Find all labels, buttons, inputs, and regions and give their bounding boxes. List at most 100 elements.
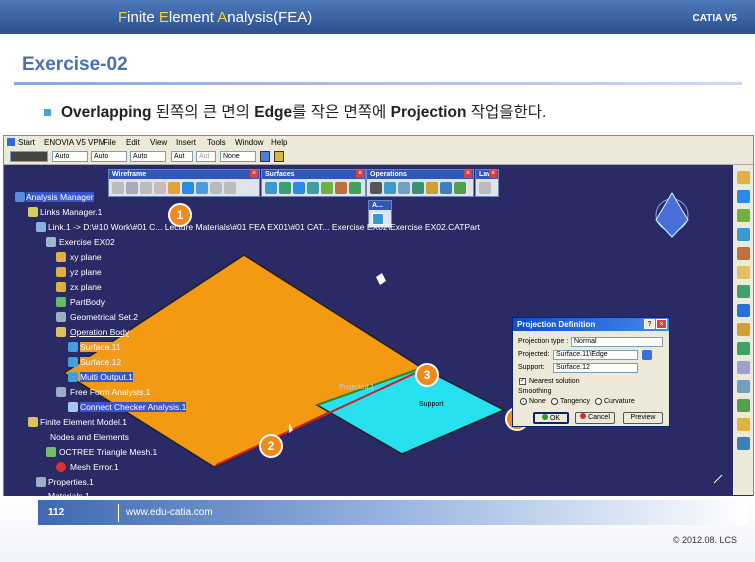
menu-edit[interactable]: Edit [126,138,140,147]
tree-yz-plane[interactable]: yz plane [70,267,102,277]
sweep-icon[interactable] [307,182,319,194]
smoothing-none-radio[interactable] [520,398,527,405]
menu-tools[interactable]: Tools [207,138,226,147]
close-icon[interactable]: × [356,170,364,178]
update-icon[interactable] [736,418,750,431]
tree-exercise[interactable]: Exercise EX02 [59,237,115,247]
menu-help[interactable]: Help [271,138,287,147]
blend-tool-icon[interactable] [736,342,750,355]
surfaces-toolbar: Surfaces × [261,169,366,197]
catia-window[interactable]: Start ENOVIA V5 VPM File Edit View Inser… [3,135,754,515]
website-link[interactable]: www.edu-catia.com [126,507,213,518]
color-combo[interactable] [10,151,48,162]
tree-nodes-elements[interactable]: Nodes and Elements [50,432,129,442]
spline-icon[interactable] [224,182,236,194]
tree-links-manager[interactable]: Links Manager.1 [40,207,102,217]
menu-view[interactable]: View [150,138,167,147]
line-icon[interactable] [126,182,138,194]
close-icon[interactable]: × [464,170,472,178]
intersection-icon[interactable] [196,182,208,194]
extract-icon[interactable] [412,182,424,194]
tree-link1[interactable]: Link.1 -> D:\#10 Work\#01 C... Lecture M… [48,222,480,232]
smoothing-tangency-radio[interactable] [551,398,558,405]
brush-icon[interactable] [274,151,284,162]
revolve-icon[interactable] [279,182,291,194]
polyline-icon[interactable] [154,182,166,194]
law-icon[interactable] [479,182,491,194]
tree-multi-output[interactable]: Multi Output.1 [80,372,133,382]
select-icon[interactable] [736,171,750,184]
transform-icon[interactable] [736,380,750,393]
material-icon[interactable] [736,266,750,279]
menu-file[interactable]: File [103,138,116,147]
transparency-combo[interactable]: Auto [52,151,88,162]
preview-button[interactable]: Preview [623,412,663,424]
tree-analysis-manager[interactable]: Analysis Manager [26,192,94,202]
painter-icon[interactable] [260,151,270,162]
plane-icon[interactable] [168,182,180,194]
catia-logo-icon [7,138,15,146]
none-combo[interactable]: None [220,151,256,162]
tree-properties[interactable]: Properties.1 [48,477,94,487]
curve-tool-icon[interactable] [736,304,750,317]
menu-insert[interactable]: Insert [176,138,196,147]
point-combo[interactable]: Aut [171,151,193,162]
projection-type-select[interactable]: Normal [571,337,663,347]
offset-icon[interactable] [293,182,305,194]
layer-combo[interactable]: Aut [196,151,216,162]
partbody-icon [56,297,66,307]
boundary-icon[interactable] [398,182,410,194]
tree-geometrical-set[interactable]: Geometrical Set.2 [70,312,138,322]
close-icon[interactable]: × [250,170,258,178]
menu-window[interactable]: Window [235,138,263,147]
arrow-icon[interactable] [736,190,750,203]
fillet-icon[interactable] [426,182,438,194]
join-icon[interactable] [370,182,382,194]
ok-button[interactable]: OK [533,412,569,424]
projection-icon[interactable] [182,182,194,194]
mesh-tool-icon[interactable] [736,247,750,260]
blend-icon[interactable] [349,182,361,194]
close-icon[interactable]: × [489,170,497,178]
edit-list-icon[interactable] [642,350,652,360]
thickness-combo[interactable]: Auto [130,151,166,162]
tree-fem[interactable]: Finite Element Model.1 [40,417,127,427]
projected-field[interactable]: Surface.11\Edge [553,350,638,360]
tree-surface-12[interactable]: Surface.12 [80,357,122,367]
extrude-icon[interactable] [265,182,277,194]
linetype-combo[interactable]: Auto [91,151,127,162]
close-icon[interactable]: × [656,319,667,329]
surface-tool-icon[interactable] [736,285,750,298]
tree-mesh-error[interactable]: Mesh Error.1 [70,462,119,472]
tree-partbody[interactable]: PartBody [70,297,105,307]
circle-icon[interactable] [210,182,222,194]
tree-octree-mesh[interactable]: OCTREE Triangle Mesh.1 [59,447,157,457]
support-field[interactable]: Surface.12 [553,363,638,373]
tree-connect-checker[interactable]: Connect Checker Analysis.1 [80,402,187,412]
tree-operation-body[interactable]: Operation Body [70,327,129,337]
loft-icon[interactable] [335,182,347,194]
check-icon[interactable] [736,399,750,412]
compass-icon[interactable] [655,192,689,238]
axis-line-icon[interactable] [140,182,152,194]
extrapolate-icon[interactable] [454,182,466,194]
sketch-icon[interactable] [736,209,750,222]
smoothing-curvature-radio[interactable] [595,398,602,405]
nearest-solution-checkbox[interactable]: ✓ [519,378,526,385]
measure-icon[interactable] [736,361,750,374]
translate-icon[interactable] [440,182,452,194]
tree-surface-11[interactable]: Surface.11 [80,342,121,352]
tools-icon[interactable] [736,437,750,450]
tree-free-form-analysis[interactable]: Free Form Analysis.1 [70,387,150,397]
menu-enovia[interactable]: ENOVIA V5 VPM [44,138,105,147]
point-icon[interactable] [112,182,124,194]
help-icon[interactable]: ? [644,319,655,329]
menu-start[interactable]: Start [18,138,35,147]
fill-icon[interactable] [321,182,333,194]
fillet-tool-icon[interactable] [736,323,750,336]
tree-zx-plane[interactable]: zx plane [70,282,102,292]
tree-xy-plane[interactable]: xy plane [70,252,102,262]
analysis-icon[interactable] [736,228,750,241]
cancel-button[interactable]: Cancel [575,412,615,424]
split-icon[interactable] [384,182,396,194]
